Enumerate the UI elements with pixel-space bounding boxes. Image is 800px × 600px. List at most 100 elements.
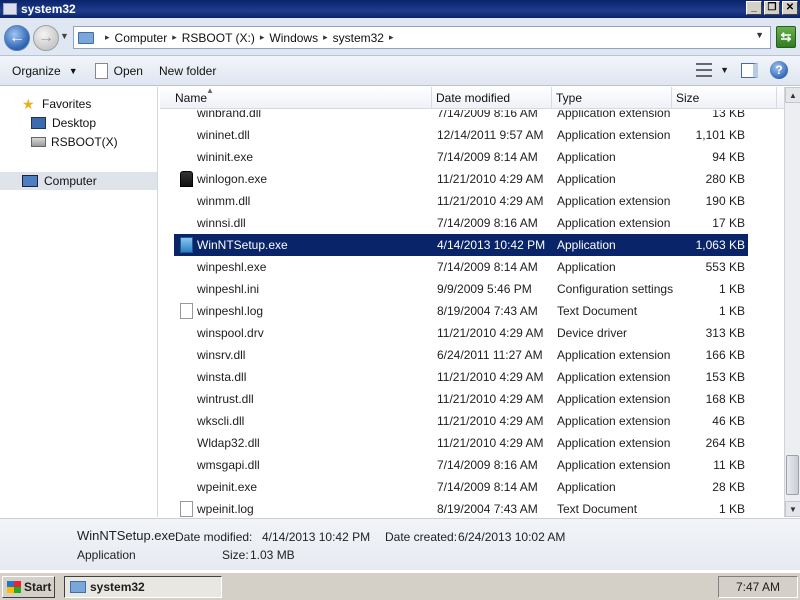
chevron-right-icon[interactable]: ▸: [389, 32, 394, 43]
file-row[interactable]: wininet.dll 12/14/2011 9:57 AM Application…: [174, 124, 748, 146]
file-date-modified: 7/14/2009 8:14 AM: [437, 480, 538, 494]
change-view-icon[interactable]: [696, 63, 713, 77]
title-bar: system32 _ ❐ ✕: [0, 0, 800, 18]
back-button[interactable]: ←: [4, 25, 30, 51]
file-date-modified: 7/14/2009 8:14 AM: [437, 150, 538, 164]
file-type: Configuration settings: [557, 282, 674, 296]
file-row[interactable]: Wldap32.dll 11/21/2010 4:29 AM Application…: [174, 432, 748, 454]
file-row[interactable]: wpeinit.log 8/19/2004 7:43 AM Text Documen…: [174, 498, 748, 517]
scroll-down-button[interactable]: ▼: [785, 501, 800, 517]
nav-computer[interactable]: Computer: [0, 172, 157, 190]
preview-pane-icon[interactable]: [741, 62, 758, 78]
file-type: Application extension: [557, 216, 671, 230]
refresh-button[interactable]: ⇆: [776, 26, 796, 48]
nav-favorites[interactable]: ★ Favorites: [22, 97, 91, 111]
taskbar-item-system32[interactable]: system32: [64, 576, 222, 598]
file-icon: [180, 479, 193, 495]
windows-logo-icon: [7, 581, 21, 593]
chevron-right-icon[interactable]: ▸: [172, 32, 177, 43]
file-row[interactable]: winnsi.dll 7/14/2009 8:16 AM Application e…: [174, 212, 748, 234]
address-row: ← → ▼ ▸ Computer ▸ RSBOOT (X:) ▸ Windows…: [0, 18, 800, 56]
file-row[interactable]: WinNTSetup.exe 4/14/2013 10:42 PM Applicat…: [174, 234, 748, 256]
file-row[interactable]: winsrv.dll 6/24/2011 11:27 AM Application …: [174, 344, 748, 366]
file-date-modified: 7/14/2009 8:14 AM: [437, 260, 538, 274]
organize-button[interactable]: Organize ▼: [12, 64, 78, 78]
breadcrumb-rsboot[interactable]: RSBOOT (X:): [182, 31, 255, 45]
file-row[interactable]: winpeshl.exe 7/14/2009 8:14 AM Application…: [174, 256, 748, 278]
file-row[interactable]: winsta.dll 11/21/2010 4:29 AM Application …: [174, 366, 748, 388]
breadcrumb-computer[interactable]: Computer: [115, 31, 168, 45]
file-name: winnsi.dll: [197, 216, 246, 230]
file-size: 11 KB: [713, 458, 745, 472]
file-icon: [180, 127, 193, 143]
minimize-button[interactable]: _: [746, 1, 762, 15]
file-name: winsta.dll: [197, 370, 247, 384]
recent-pages-dropdown[interactable]: ▼: [60, 31, 69, 41]
file-row[interactable]: winpeshl.ini 9/9/2009 5:46 PM Configuratio…: [174, 278, 748, 300]
file-name: winmm.dll: [197, 194, 251, 208]
file-size: 1,063 KB: [695, 238, 745, 252]
file-type: Application extension: [557, 414, 671, 428]
file-name: wintrust.dll: [197, 392, 254, 406]
file-row[interactable]: wininit.exe 7/14/2009 8:14 AM Application 9…: [174, 146, 748, 168]
file-row[interactable]: winbrand.dll 7/14/2009 8:16 AM Application…: [174, 110, 748, 124]
file-icon: [180, 281, 193, 297]
file-row[interactable]: wintrust.dll 11/21/2010 4:29 AM Applicatio…: [174, 388, 748, 410]
chevron-right-icon[interactable]: ▸: [105, 32, 110, 43]
file-row[interactable]: wmsgapi.dll 7/14/2009 8:16 AM Application …: [174, 454, 748, 476]
window-controls: _ ❐ ✕: [746, 1, 798, 15]
taskbar: Start system32 7:47 AM: [0, 572, 800, 600]
file-size: 1 KB: [718, 282, 745, 296]
column-type[interactable]: Type: [552, 87, 672, 109]
folder-icon: [3, 3, 17, 15]
nav-desktop[interactable]: Desktop: [31, 116, 96, 130]
nav-rsboot[interactable]: RSBOOT(X): [31, 135, 118, 149]
file-row[interactable]: winpeshl.log 8/19/2004 7:43 AM Text Docume…: [174, 300, 748, 322]
column-date[interactable]: Date modified: [432, 87, 552, 109]
open-button[interactable]: Open: [94, 62, 143, 79]
column-size[interactable]: Size: [672, 87, 777, 109]
file-row[interactable]: wkscli.dll 11/21/2010 4:29 AM Application …: [174, 410, 748, 432]
column-name[interactable]: ▲ Name: [160, 86, 432, 109]
file-icon: [180, 413, 193, 429]
file-row[interactable]: winlogon.exe 11/21/2010 4:29 AM Applicatio…: [174, 168, 748, 190]
column-name-label: Name: [175, 91, 208, 105]
address-bar[interactable]: ▸ Computer ▸ RSBOOT (X:) ▸ Windows ▸ sys…: [73, 26, 771, 49]
view-options-dropdown[interactable]: ▼: [720, 65, 729, 75]
application-icon: [180, 237, 193, 253]
file-row[interactable]: wpeinit.exe 7/14/2009 8:14 AM Application 2…: [174, 476, 748, 498]
breadcrumb-system32[interactable]: system32: [333, 31, 384, 45]
maximize-button[interactable]: ❐: [764, 1, 780, 15]
chevron-right-icon[interactable]: ▸: [260, 32, 265, 43]
file-type: Application: [557, 150, 616, 164]
breadcrumb-windows[interactable]: Windows: [269, 31, 318, 45]
file-size: 153 KB: [705, 370, 745, 384]
chevron-down-icon: ▼: [68, 65, 78, 76]
scroll-thumb[interactable]: [786, 455, 799, 495]
file-size: 46 KB: [712, 414, 745, 428]
file-row[interactable]: winmm.dll 11/21/2010 4:29 AM Application e…: [174, 190, 748, 212]
new-folder-button[interactable]: New folder: [159, 64, 216, 78]
help-icon[interactable]: ?: [770, 61, 788, 79]
file-date-modified: 7/14/2009 8:16 AM: [437, 458, 538, 472]
chevron-right-icon[interactable]: ▸: [323, 32, 328, 43]
details-filename: WinNTSetup.exe: [77, 528, 176, 543]
close-button[interactable]: ✕: [782, 1, 798, 15]
vertical-scrollbar[interactable]: ▲ ▼: [784, 87, 800, 517]
file-name: winspool.drv: [197, 326, 264, 340]
file-icon: [180, 369, 193, 385]
address-dropdown-icon[interactable]: ▼: [755, 30, 764, 40]
file-date-modified: 9/9/2009 5:46 PM: [437, 282, 532, 296]
file-icon: [180, 391, 193, 407]
start-button[interactable]: Start: [2, 576, 55, 598]
file-size: 313 KB: [705, 326, 745, 340]
file-row[interactable]: winspool.drv 11/21/2010 4:29 AM Device dri…: [174, 322, 748, 344]
file-icon: [180, 435, 193, 451]
back-arrow-icon: ←: [9, 29, 25, 46]
details-pane: WinNTSetup.exe Date modified: 4/14/2013 …: [0, 518, 800, 570]
file-date-modified: 12/14/2011 9:57 AM: [437, 128, 544, 142]
scroll-up-button[interactable]: ▲: [785, 87, 800, 103]
file-name: winpeshl.exe: [197, 260, 267, 274]
forward-button[interactable]: →: [33, 25, 59, 51]
file-name: winpeshl.log: [197, 304, 264, 318]
